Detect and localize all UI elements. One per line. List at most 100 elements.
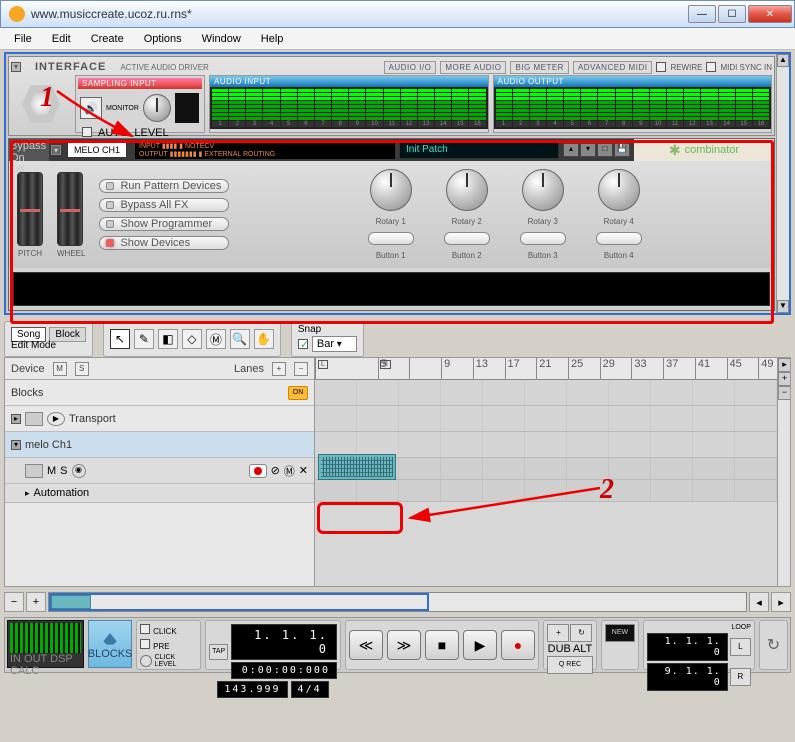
- menu-options[interactable]: Options: [136, 31, 190, 47]
- interface-fold-toggle[interactable]: ▾: [11, 62, 21, 72]
- zoom-in-v[interactable]: +: [778, 372, 790, 386]
- razor-tool[interactable]: ◇: [182, 329, 202, 349]
- window-minimize-button[interactable]: —: [688, 5, 716, 23]
- menu-create[interactable]: Create: [83, 31, 132, 47]
- transport-fold[interactable]: ▸: [11, 414, 21, 424]
- menu-edit[interactable]: Edit: [44, 31, 79, 47]
- menu-file[interactable]: File: [6, 31, 40, 47]
- menu-help[interactable]: Help: [253, 31, 292, 47]
- click-checkbox[interactable]: [140, 624, 150, 634]
- patch-prev-button[interactable]: ▴: [563, 143, 579, 157]
- record-button[interactable]: ●: [501, 630, 535, 660]
- melo-lane[interactable]: M S ◉ ⊘ Ⓜ ✕: [5, 458, 314, 484]
- show-devices-button[interactable]: Show Devices: [99, 236, 229, 250]
- hand-tool[interactable]: ✋: [254, 329, 274, 349]
- device-name-tape[interactable]: MELO CH1: [67, 142, 127, 158]
- loop-right-display[interactable]: 9. 1. 1. 0: [647, 663, 728, 691]
- button-3[interactable]: [520, 232, 566, 245]
- rotary-3-knob[interactable]: [522, 169, 564, 211]
- loop-l-button[interactable]: L: [730, 638, 751, 656]
- magnify-tool[interactable]: 🔍: [230, 329, 250, 349]
- melo-fold[interactable]: ▾: [11, 440, 21, 450]
- stop-button[interactable]: ■: [425, 630, 459, 660]
- h-scroll-left[interactable]: ◂: [749, 592, 769, 612]
- scroll-down-button[interactable]: ▼: [777, 300, 789, 313]
- tab-more-audio[interactable]: MORE AUDIO: [440, 61, 506, 74]
- sample-button[interactable]: 🔊: [80, 97, 102, 119]
- position-display[interactable]: 1. 1. 1. 0: [231, 624, 337, 660]
- tab-big-meter[interactable]: BIG METER: [510, 61, 569, 74]
- new-alt-button[interactable]: NEW: [605, 624, 635, 642]
- global-solo-button[interactable]: S: [75, 362, 89, 376]
- clip-lanes[interactable]: [315, 380, 790, 502]
- blocks-mode-button[interactable]: BLOCKS: [88, 620, 132, 668]
- timeline-ruler[interactable]: LR5913172125293337414549: [315, 358, 790, 380]
- arrow-tool[interactable]: ↖: [110, 329, 130, 349]
- pitch-wheel[interactable]: [17, 172, 43, 246]
- transport-lane-area[interactable]: [315, 406, 790, 432]
- snap-value-select[interactable]: Bar ▾: [312, 336, 357, 352]
- window-maximize-button[interactable]: ☐: [718, 5, 746, 23]
- show-programmer-button[interactable]: Show Programmer: [99, 217, 229, 231]
- eraser-tool[interactable]: ◧: [158, 329, 178, 349]
- rotary-4-knob[interactable]: [598, 169, 640, 211]
- remove-lane-button[interactable]: −: [294, 362, 308, 376]
- rotary-2-knob[interactable]: [446, 169, 488, 211]
- lane-protect-button[interactable]: ⊘: [271, 464, 280, 477]
- tempo-display[interactable]: 143.999: [217, 681, 287, 698]
- patch-browse-button[interactable]: □: [597, 143, 613, 157]
- button-2[interactable]: [444, 232, 490, 245]
- rewire-checkbox[interactable]: [656, 62, 666, 72]
- zoom-out-h[interactable]: −: [4, 592, 24, 612]
- zoom-in-h[interactable]: +: [26, 592, 46, 612]
- play-button[interactable]: ▶: [463, 630, 497, 660]
- bypass-all-fx-button[interactable]: Bypass All FX: [99, 198, 229, 212]
- ffwd-button[interactable]: ≫: [387, 630, 421, 660]
- mute-tool[interactable]: Ⓜ: [206, 329, 226, 349]
- rotary-1-knob[interactable]: [370, 169, 412, 211]
- tab-advanced-midi[interactable]: ADVANCED MIDI: [573, 61, 652, 74]
- zoom-out-v[interactable]: −: [778, 386, 790, 400]
- automation-lane[interactable]: ▸ Automation: [5, 484, 314, 503]
- arrangement-view[interactable]: LR5913172125293337414549 ▸ + −: [315, 358, 790, 586]
- snap-checkbox[interactable]: ✓: [298, 339, 308, 349]
- level-knob[interactable]: [143, 94, 171, 122]
- overview-track[interactable]: [48, 592, 747, 612]
- button-4[interactable]: [596, 232, 642, 245]
- q-rec-button[interactable]: Q REC: [547, 656, 593, 674]
- button-1[interactable]: [368, 232, 414, 245]
- window-close-button[interactable]: ✕: [748, 5, 792, 23]
- overview-viewport[interactable]: [49, 593, 429, 611]
- combinator-fold-toggle[interactable]: ▾: [51, 145, 61, 155]
- time-display[interactable]: 0:00:00:000: [231, 662, 337, 679]
- midisync-checkbox[interactable]: [706, 62, 716, 72]
- melo-select-icon[interactable]: ◉: [72, 464, 86, 478]
- transport-track[interactable]: ▸ ▶ Transport: [5, 406, 314, 432]
- audio-clip[interactable]: [318, 454, 396, 480]
- loop-left-display[interactable]: 1. 1. 1. 0: [647, 633, 728, 661]
- signature-display[interactable]: 4/4: [291, 681, 329, 698]
- run-pattern-devices-button[interactable]: Run Pattern Devices: [99, 179, 229, 193]
- menu-window[interactable]: Window: [194, 31, 249, 47]
- melo-record-arm[interactable]: [249, 464, 267, 478]
- rewind-button[interactable]: ≪: [349, 630, 383, 660]
- blocks-on-button[interactable]: ON: [288, 386, 308, 400]
- loop-toggle-btn[interactable]: ↻: [570, 624, 592, 642]
- add-lane-button[interactable]: +: [272, 362, 286, 376]
- melo-mute[interactable]: M: [47, 465, 56, 477]
- blocks-track[interactable]: Blocks ON: [5, 380, 314, 406]
- patch-save-button[interactable]: 💾: [614, 143, 630, 157]
- rack-scrollbar[interactable]: ▲ ▼: [776, 54, 789, 313]
- h-scroll-right[interactable]: ▸: [771, 592, 791, 612]
- edit-mode-button[interactable]: Edit Mode: [11, 340, 56, 351]
- lane-mute-button[interactable]: Ⓜ: [284, 463, 295, 479]
- pencil-tool[interactable]: ✎: [134, 329, 154, 349]
- lane-delete-button[interactable]: ✕: [299, 464, 308, 477]
- tab-audio-io[interactable]: AUDIO I/O: [384, 61, 437, 74]
- click-level-knob[interactable]: [140, 655, 152, 667]
- global-mute-button[interactable]: M: [53, 362, 67, 376]
- loop-r-button[interactable]: R: [730, 668, 751, 686]
- blocks-lane-area[interactable]: [315, 380, 790, 406]
- pre-checkbox[interactable]: [140, 639, 150, 649]
- melo-solo[interactable]: S: [60, 465, 67, 477]
